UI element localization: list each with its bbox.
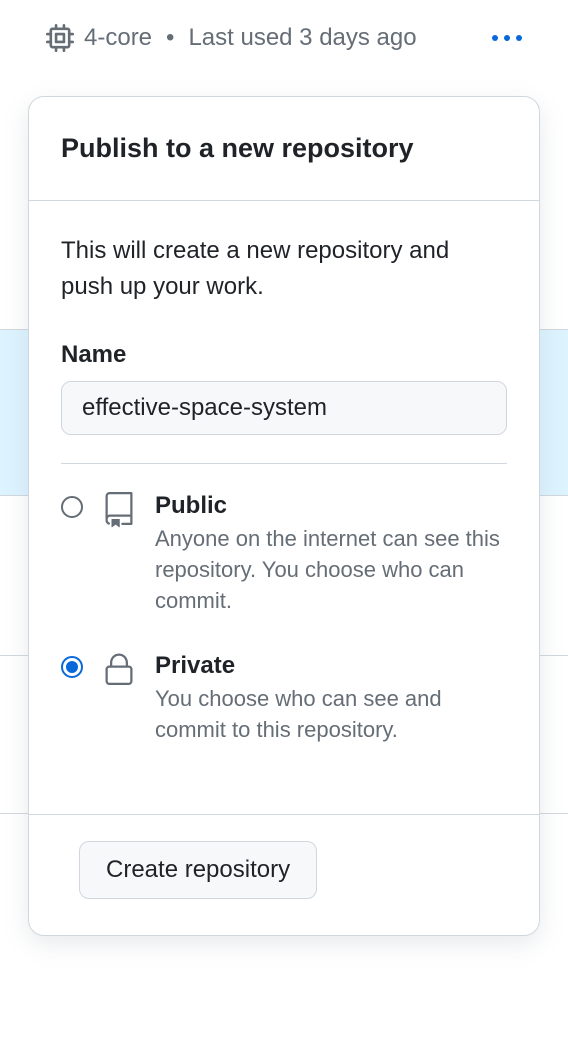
public-title: Public [155,492,507,520]
create-repository-button[interactable]: Create repository [79,841,317,899]
name-label: Name [61,341,507,369]
private-desc: You choose who can see and commit to thi… [155,684,507,746]
divider [61,463,507,464]
cpu-icon [46,24,74,52]
repo-icon [101,492,137,533]
last-used-label: Last used 3 days ago [188,24,416,52]
separator-dot: • [166,24,174,52]
dialog-description: This will create a new repository and pu… [61,233,507,305]
private-title: Private [155,652,507,680]
public-desc: Anyone on the internet can see this repo… [155,524,507,616]
cores-label: 4-core [84,24,152,52]
more-options-button[interactable] [492,35,522,41]
dialog-title: Publish to a new repository [61,133,507,164]
private-radio[interactable] [61,656,83,678]
codespace-info-bar: 4-core • Last used 3 days ago [0,0,568,52]
visibility-option-public[interactable]: Public Anyone on the internet can see th… [61,492,507,616]
dialog-body: This will create a new repository and pu… [29,201,539,814]
repo-name-input[interactable] [61,381,507,435]
publish-dialog: Publish to a new repository This will cr… [28,96,540,936]
public-radio[interactable] [61,496,83,518]
visibility-option-private[interactable]: Private You choose who can see and commi… [61,652,507,746]
lock-icon [101,652,137,693]
dialog-header: Publish to a new repository [29,97,539,201]
dialog-footer: Create repository [29,814,539,935]
